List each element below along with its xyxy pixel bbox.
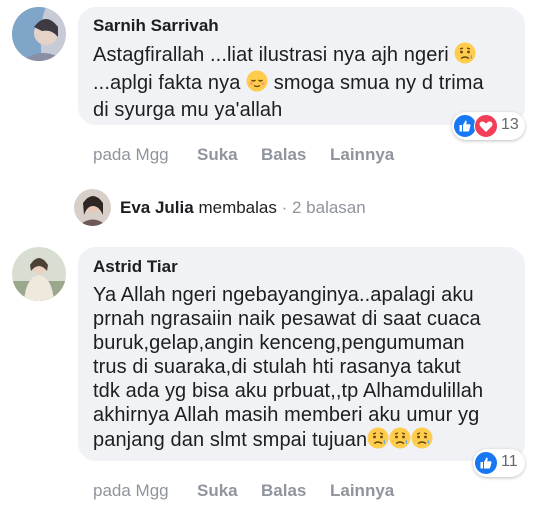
reaction-summary[interactable]: 13 [452, 112, 525, 140]
comment-line: prnah ngrasaiin naik pesawat di saat cua… [93, 308, 481, 330]
reaction-count: 13 [501, 116, 519, 133]
comment-actions: pada Mgg Suka Balas Lainnya [93, 145, 513, 167]
reaction-summary[interactable]: 11 [473, 449, 525, 477]
comment-line: trus di suaraka,di stulah hti rasanya ta… [93, 356, 461, 378]
sad-relieved-emoji-icon [367, 427, 389, 455]
avatar[interactable] [12, 247, 66, 301]
reply-button[interactable]: Balas [261, 481, 306, 501]
comment-timestamp[interactable]: pada Mgg [93, 481, 169, 501]
comment-author[interactable]: Astrid Tiar [93, 257, 178, 277]
comment-line: panjang dan slmt smpai tujuan [93, 427, 483, 455]
comment-actions: pada Mgg Suka Balas Lainnya [93, 481, 513, 503]
like-reaction-icon [474, 451, 498, 475]
comment-line: buruk,gelap,angin kenceng,pengumuman [93, 332, 465, 354]
love-reaction-icon [474, 114, 498, 138]
comment-sarnih: Sarnih Sarrivah Astagfirallah ...liat il… [0, 0, 540, 175]
comment-line: ...aplgi fakta nya smoga smua ny d trima [93, 70, 484, 98]
reply-author[interactable]: Eva Julia [120, 198, 194, 217]
comment-line: di syurga mu ya'allah [93, 99, 283, 121]
sad-relieved-emoji-icon [389, 427, 411, 455]
sad-relieved-emoji-icon [411, 427, 433, 455]
reply-avatar[interactable] [74, 189, 111, 226]
comment-text: Ya Allah ngeri ngebayanginya..apalagi ak… [93, 283, 483, 455]
reaction-count: 11 [501, 453, 518, 470]
comment-astrid: Astrid Tiar Ya Allah ngeri ngebayanginya… [0, 240, 540, 512]
comment-line: akhirnya Allah masih memberi aku umur yg [93, 404, 480, 426]
relieved-emoji-icon [246, 70, 268, 98]
like-button[interactable]: Suka [197, 145, 238, 165]
reply-button[interactable]: Balas [261, 145, 306, 165]
more-button[interactable]: Lainnya [330, 145, 394, 165]
avatar[interactable] [12, 7, 66, 61]
comment-line: Astagfirallah ...liat ilustrasi nya ajh … [93, 42, 484, 70]
reply-count: · 2 balasan [281, 198, 366, 217]
reply-verb: membalas [198, 198, 277, 217]
sad-relieved-emoji-icon [454, 42, 476, 70]
like-button[interactable]: Suka [197, 481, 238, 501]
comment-timestamp[interactable]: pada Mgg [93, 145, 169, 165]
reply-summary[interactable]: Eva Julia membalas · 2 balasan [0, 186, 540, 228]
comment-author[interactable]: Sarnih Sarrivah [93, 16, 219, 36]
comment-line: Ya Allah ngeri ngebayanginya..apalagi ak… [93, 284, 474, 306]
comment-text: Astagfirallah ...liat ilustrasi nya ajh … [93, 42, 484, 122]
comment-line: tdk ada yg bisa aku prbuat,,tp Alhamduli… [93, 380, 484, 402]
reply-summary-text: Eva Julia membalas · 2 balasan [120, 198, 366, 218]
more-button[interactable]: Lainnya [330, 481, 394, 501]
